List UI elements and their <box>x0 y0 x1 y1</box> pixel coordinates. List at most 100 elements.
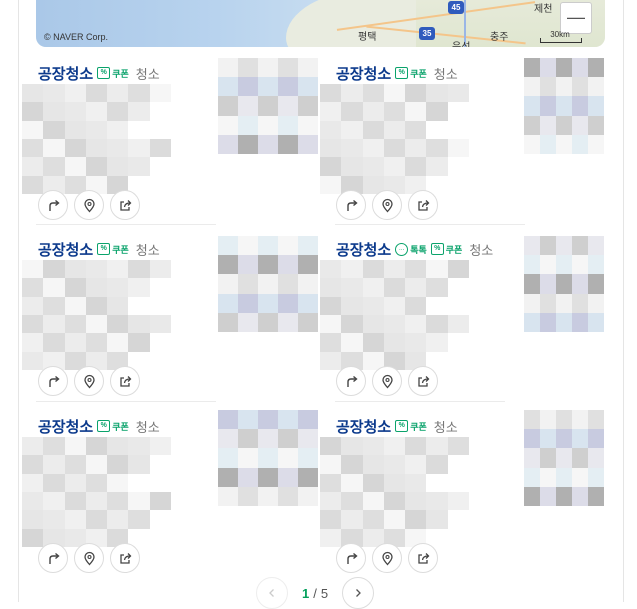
blur-pixel <box>540 312 556 332</box>
share-button[interactable] <box>110 366 140 396</box>
share-button[interactable] <box>408 366 438 396</box>
place-name-link[interactable]: 공장청소 <box>336 239 391 260</box>
blur-pixel <box>320 120 342 139</box>
blur-pixel <box>64 120 86 139</box>
blur-pixel <box>128 333 150 352</box>
blur-pixel <box>170 333 192 352</box>
blurred-place-info <box>320 84 490 194</box>
blurred-place-photo[interactable] <box>218 236 318 332</box>
blur-pixel <box>22 510 44 529</box>
blur-pixel <box>556 293 572 313</box>
blur-pixel <box>588 429 604 449</box>
blur-pixel <box>468 157 490 176</box>
blur-pixel <box>341 333 363 352</box>
place-name-link[interactable]: 공장청소 <box>38 239 93 260</box>
blur-pixel <box>170 120 192 139</box>
blur-pixel <box>128 120 150 139</box>
save-location-button[interactable] <box>372 366 402 396</box>
share-button[interactable] <box>408 543 438 573</box>
blur-pixel <box>540 293 556 313</box>
blur-pixel <box>238 134 258 154</box>
place-name-link[interactable]: 공장청소 <box>336 416 391 437</box>
blur-pixel <box>43 120 65 139</box>
blur-pixel <box>341 157 363 176</box>
directions-icon <box>48 375 60 387</box>
blur-pixel <box>320 473 342 492</box>
blur-pixel <box>320 333 342 352</box>
blur-pixel <box>64 333 86 352</box>
blur-pixel <box>405 84 427 103</box>
blur-pixel <box>320 437 342 456</box>
blur-pixel <box>107 510 129 529</box>
blurred-place-photo[interactable] <box>524 410 604 506</box>
blur-pixel <box>43 296 65 315</box>
share-button[interactable] <box>408 190 438 220</box>
share-button[interactable] <box>110 543 140 573</box>
coupon-badge-label: 쿠폰 <box>112 68 129 79</box>
blur-pixel <box>298 58 318 78</box>
save-location-button[interactable] <box>74 190 104 220</box>
blur-pixel <box>468 139 490 158</box>
directions-button[interactable] <box>336 366 366 396</box>
blur-pixel <box>149 139 171 158</box>
place-name-link[interactable]: 공장청소 <box>38 416 93 437</box>
blur-pixel <box>588 274 604 294</box>
map-view[interactable]: 45 35 평택 음성 충주 제천 © NAVER Corp. — 30km <box>36 0 605 47</box>
blur-pixel <box>383 492 405 511</box>
blurred-place-info <box>22 437 192 547</box>
map-pin-icon <box>381 198 393 212</box>
blur-pixel <box>149 528 171 547</box>
directions-button[interactable] <box>38 543 68 573</box>
blur-pixel <box>107 84 129 103</box>
blur-pixel <box>588 77 604 97</box>
coupon-icon: % <box>430 243 444 255</box>
save-location-button[interactable] <box>74 366 104 396</box>
blurred-place-photo[interactable] <box>524 236 604 332</box>
blur-pixel <box>320 510 342 529</box>
save-location-button[interactable] <box>372 190 402 220</box>
blur-pixel <box>43 278 65 297</box>
blurred-place-photo[interactable] <box>218 410 318 506</box>
blur-pixel <box>85 510 107 529</box>
blur-pixel <box>85 333 107 352</box>
blur-pixel <box>258 115 278 135</box>
blur-pixel <box>149 260 171 279</box>
directions-button[interactable] <box>38 190 68 220</box>
blur-pixel <box>556 274 572 294</box>
directions-button[interactable] <box>336 543 366 573</box>
blur-pixel <box>524 429 540 449</box>
blur-pixel <box>468 296 490 315</box>
blur-pixel <box>383 296 405 315</box>
save-location-button[interactable] <box>74 543 104 573</box>
directions-icon <box>48 199 60 211</box>
place-name-link[interactable]: 공장청소 <box>336 63 391 84</box>
blur-pixel <box>85 102 107 121</box>
blur-pixel <box>22 296 44 315</box>
blurred-place-photo[interactable] <box>524 58 604 154</box>
save-location-button[interactable] <box>372 543 402 573</box>
share-button[interactable] <box>110 190 140 220</box>
blur-pixel <box>362 492 384 511</box>
blur-pixel <box>107 455 129 474</box>
blur-pixel <box>218 467 238 487</box>
blur-pixel <box>258 410 278 430</box>
blur-pixel <box>341 278 363 297</box>
blur-pixel <box>362 437 384 456</box>
place-name-link[interactable]: 공장청소 <box>38 63 93 84</box>
place-category: 청소 <box>135 66 160 82</box>
blur-pixel <box>85 84 107 103</box>
directions-button[interactable] <box>38 366 68 396</box>
blur-pixel <box>405 102 427 121</box>
blur-pixel <box>85 260 107 279</box>
prev-page-button[interactable] <box>256 577 288 609</box>
blur-pixel <box>341 102 363 121</box>
card-actions <box>38 366 140 396</box>
directions-button[interactable] <box>336 190 366 220</box>
blur-pixel <box>468 260 490 279</box>
blur-pixel <box>320 157 342 176</box>
blur-pixel <box>468 102 490 121</box>
blur-pixel <box>149 296 171 315</box>
next-page-button[interactable] <box>342 577 375 609</box>
place-category: 청소 <box>135 419 160 435</box>
blurred-place-photo[interactable] <box>218 58 318 154</box>
